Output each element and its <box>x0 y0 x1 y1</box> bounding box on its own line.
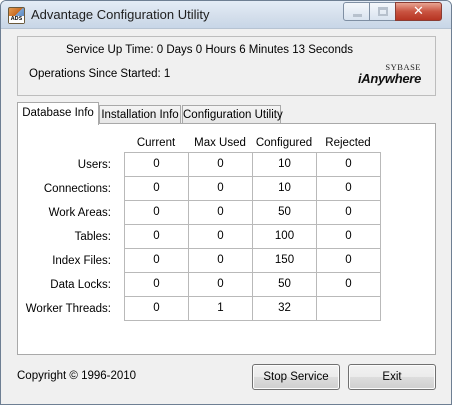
tab-database-info[interactable]: Database Info <box>17 102 99 125</box>
cell-connections-rejected: 0 <box>317 177 381 201</box>
cell-users-rejected: 0 <box>317 153 381 177</box>
cell-connections-configured: 10 <box>253 177 317 201</box>
row-label-worker-threads: Worker Threads: <box>25 303 111 315</box>
cell-work-areas-configured: 50 <box>253 201 317 225</box>
app-icon-label: ADS <box>9 16 24 23</box>
cell-users-max-used: 0 <box>189 153 253 177</box>
database-info-panel: Current Max Used Configured Rejected Use… <box>17 123 436 355</box>
cell-index-files-rejected: 0 <box>317 249 381 273</box>
row-label-connections: Connections: <box>43 183 111 195</box>
close-icon: ✕ <box>413 4 424 19</box>
tab-configuration-utility[interactable]: Configuration Utility <box>182 105 283 125</box>
column-header-current: Current <box>136 137 176 149</box>
status-box: Service Up Time: 0 Days 0 Hours 6 Minute… <box>17 36 436 96</box>
copyright-text: Copyright © 1996-2010 <box>17 370 137 382</box>
cell-worker-threads-configured: 32 <box>253 297 317 321</box>
row-label-tables: Tables: <box>74 231 111 243</box>
cell-data-locks-rejected: 0 <box>317 273 381 297</box>
cell-worker-threads-max-used: 1 <box>189 297 253 321</box>
app-window: ADS Advantage Configuration Utility ✕ Se… <box>0 0 452 405</box>
minimize-button[interactable] <box>343 2 370 21</box>
cell-work-areas-rejected: 0 <box>317 201 381 225</box>
column-header-configured: Configured <box>255 137 313 149</box>
cell-index-files-current: 0 <box>125 249 189 273</box>
cell-work-areas-current: 0 <box>125 201 189 225</box>
cell-index-files-configured: 150 <box>253 249 317 273</box>
row-label-index-files: Index Files: <box>52 255 111 267</box>
cell-data-locks-configured: 50 <box>253 273 317 297</box>
sybase-ianywhere-logo: SYBASE iAnywhere <box>351 63 421 87</box>
app-icon[interactable]: ADS <box>8 7 25 24</box>
logo-ianywhere-text: iAnywhere <box>357 71 421 86</box>
cell-users-configured: 10 <box>253 153 317 177</box>
cell-tables-rejected: 0 <box>317 225 381 249</box>
cell-data-locks-max-used: 0 <box>189 273 253 297</box>
cell-tables-configured: 100 <box>253 225 317 249</box>
cell-tables-max-used: 0 <box>189 225 253 249</box>
cell-work-areas-max-used: 0 <box>189 201 253 225</box>
maximize-icon <box>378 7 388 16</box>
title-bar[interactable]: ADS Advantage Configuration Utility ✕ <box>1 1 451 29</box>
exit-button[interactable]: Exit <box>348 364 436 390</box>
column-header-max-used: Max Used <box>194 137 246 149</box>
cell-users-current: 0 <box>125 153 189 177</box>
stats-grid: 0 0 10 0 0 0 10 0 0 0 50 0 0 0 100 0 0 0… <box>124 152 381 321</box>
service-uptime: Service Up Time: 0 Days 0 Hours 6 Minute… <box>66 44 353 56</box>
close-button[interactable]: ✕ <box>395 2 442 21</box>
tab-installation-info[interactable]: Installation Info <box>99 105 181 125</box>
stop-service-button[interactable]: Stop Service <box>252 364 340 390</box>
maximize-button[interactable] <box>369 2 396 21</box>
minimize-icon <box>353 14 362 17</box>
cell-data-locks-current: 0 <box>125 273 189 297</box>
operations-count: Operations Since Started: 1 <box>29 68 171 80</box>
row-label-users: Users: <box>77 159 111 171</box>
window-title: Advantage Configuration Utility <box>31 7 210 22</box>
row-label-work-areas: Work Areas: <box>48 207 111 219</box>
cell-worker-threads-rejected <box>317 297 381 321</box>
cell-tables-current: 0 <box>125 225 189 249</box>
cell-connections-max-used: 0 <box>189 177 253 201</box>
row-label-data-locks: Data Locks: <box>50 279 111 291</box>
cell-connections-current: 0 <box>125 177 189 201</box>
column-header-rejected: Rejected <box>325 137 371 149</box>
cell-worker-threads-current: 0 <box>125 297 189 321</box>
cell-index-files-max-used: 0 <box>189 249 253 273</box>
